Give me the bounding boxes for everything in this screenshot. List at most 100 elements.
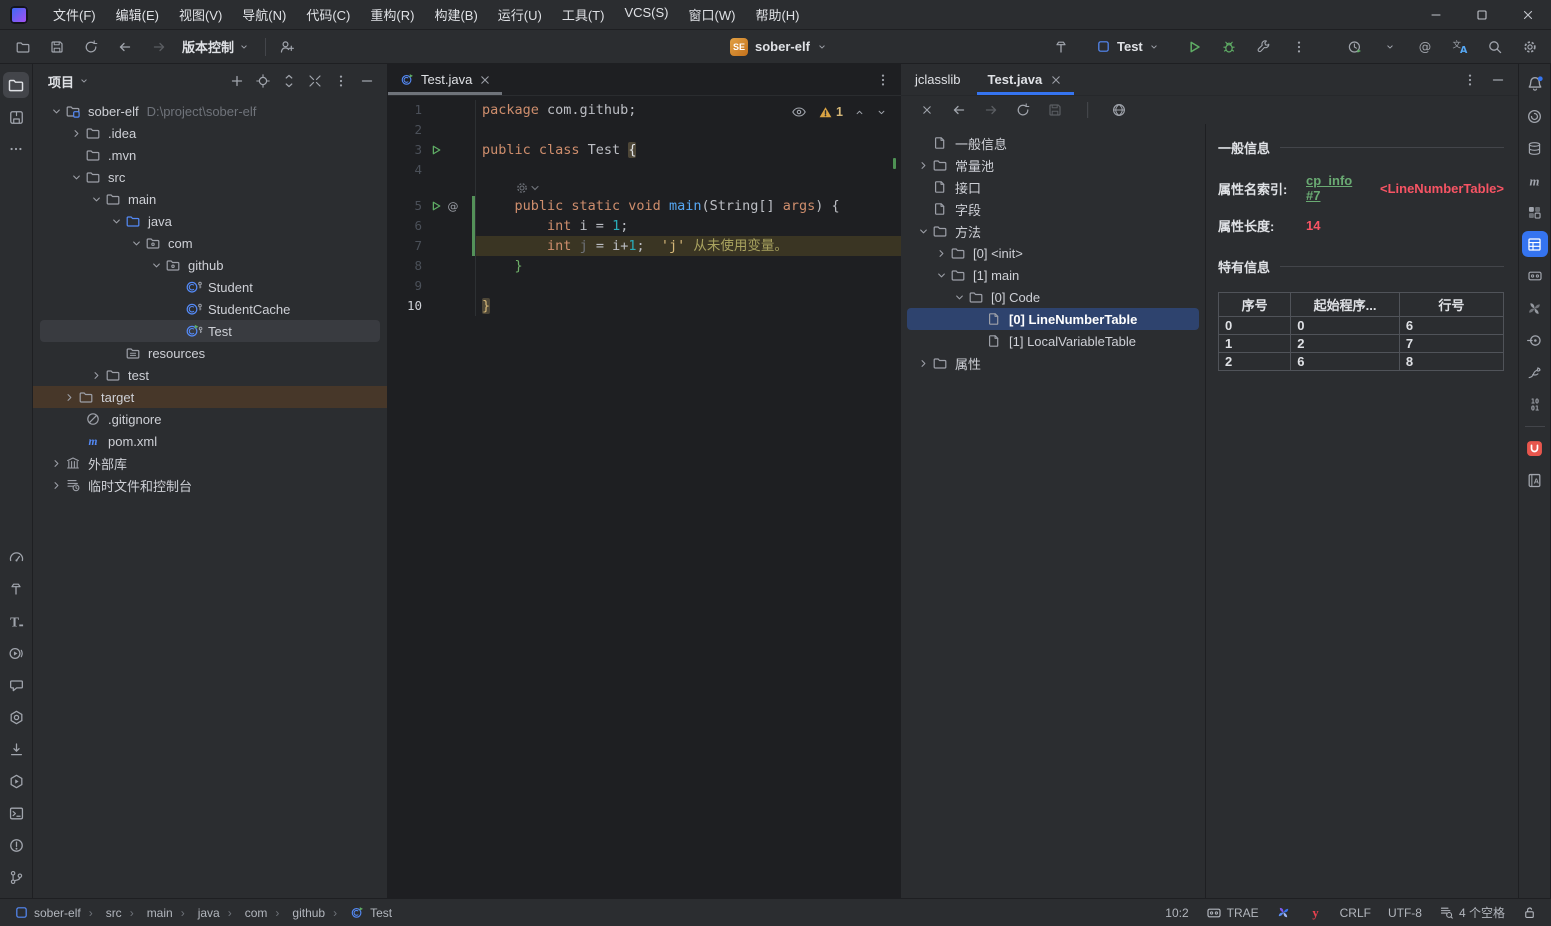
code-line[interactable]: 3public class Test { xyxy=(388,140,901,160)
status-widget[interactable]: UTF-8 xyxy=(1388,906,1422,920)
app-logo-icon[interactable] xyxy=(10,6,28,24)
menu-item[interactable]: VCS(S) xyxy=(615,1,677,28)
status-widget[interactable]: TRAE xyxy=(1206,905,1259,921)
chevron-right-icon[interactable] xyxy=(915,157,932,173)
project-tree-row[interactable]: github xyxy=(40,254,380,276)
project-tree-row[interactable]: test xyxy=(40,364,380,386)
binary-icon[interactable]: 1001 xyxy=(1522,391,1548,417)
project-selector[interactable]: SE sober-elf xyxy=(730,38,827,56)
translate-icon[interactable]: 文A xyxy=(1447,34,1473,60)
jclasslib-tree-row[interactable]: 接口 xyxy=(907,176,1199,198)
maven-grey-icon[interactable]: m xyxy=(1522,167,1548,193)
inlay-hint-icon[interactable] xyxy=(516,182,542,194)
hex-play-icon[interactable] xyxy=(3,768,29,794)
breadcrumb-item[interactable]: Test xyxy=(325,905,392,920)
breadcrumb-item[interactable]: com xyxy=(220,906,268,920)
commit-arrow-icon[interactable] xyxy=(3,736,29,762)
menu-item[interactable]: 窗口(W) xyxy=(680,1,745,28)
status-widget[interactable]: y xyxy=(1308,905,1323,920)
chevron-down-icon[interactable] xyxy=(68,169,85,185)
arrow-right-icon[interactable] xyxy=(146,34,172,60)
jclasslib-tree-row[interactable]: 一般信息 xyxy=(907,132,1199,154)
jclasslib-tree-row[interactable]: [1] main xyxy=(907,264,1199,286)
run-configuration-selector[interactable]: Test xyxy=(1089,36,1166,57)
menu-item[interactable]: 构建(B) xyxy=(425,1,486,28)
jclasslib-tree-row[interactable]: 常量池 xyxy=(907,154,1199,176)
status-widget[interactable]: CRLF xyxy=(1340,906,1371,920)
eye-icon[interactable] xyxy=(791,104,807,120)
project-tree-row[interactable]: StudentCache xyxy=(40,298,380,320)
menu-item[interactable]: 导航(N) xyxy=(233,1,295,28)
chevron-right-icon[interactable] xyxy=(68,125,85,141)
chevron-right-icon[interactable] xyxy=(933,245,950,261)
breadcrumb-item[interactable]: sober-elf xyxy=(14,905,81,920)
kebab-icon[interactable] xyxy=(329,69,353,93)
jclasslib-tree-row[interactable]: [0] <init> xyxy=(907,242,1199,264)
menu-item[interactable]: 编辑(E) xyxy=(107,1,168,28)
globe-icon[interactable] xyxy=(1109,99,1129,121)
chevron-down-icon[interactable] xyxy=(933,267,950,283)
play-icon[interactable] xyxy=(1181,34,1207,60)
project-tree-row[interactable]: .mvn xyxy=(40,144,380,166)
tool-project-icon[interactable] xyxy=(3,72,29,98)
book-a-icon[interactable]: A xyxy=(1522,467,1548,493)
table-row[interactable]: 0 0 6 xyxy=(1219,317,1504,335)
breadcrumb-item[interactable]: java xyxy=(173,906,220,920)
jclasslib-tree-row[interactable]: 属性 xyxy=(907,352,1199,374)
project-tree-row[interactable]: com xyxy=(40,232,380,254)
refresh-icon[interactable] xyxy=(1013,99,1033,121)
project-tree-row[interactable]: 外部库 xyxy=(40,452,380,474)
next-problem-icon[interactable] xyxy=(876,107,887,118)
status-widget[interactable] xyxy=(1522,905,1537,920)
terminal-icon[interactable] xyxy=(3,800,29,826)
menu-item[interactable]: 工具(T) xyxy=(553,1,614,28)
code-line[interactable]: 5@ public static void main(String[] args… xyxy=(388,196,901,216)
project-tree-row[interactable]: Test xyxy=(40,320,380,342)
kebab-menu-icon[interactable] xyxy=(875,72,901,88)
at-icon[interactable]: @ xyxy=(1412,34,1438,60)
project-panel-title[interactable]: 项目 xyxy=(48,72,74,91)
project-tree-row[interactable]: 临时文件和控制台 xyxy=(40,474,380,496)
status-widget[interactable]: 10:2 xyxy=(1165,906,1188,920)
project-tree-row[interactable]: resources xyxy=(40,342,380,364)
search-icon[interactable] xyxy=(1482,34,1508,60)
kebab-menu-icon[interactable] xyxy=(1462,72,1478,88)
chevron-down-icon[interactable] xyxy=(88,191,105,207)
run-gutter-icon[interactable] xyxy=(430,144,442,156)
table-row[interactable]: 1 2 7 xyxy=(1219,335,1504,353)
code-line[interactable]: 7 int j = i+1; 'j' 从未使用变量。 xyxy=(388,236,901,256)
menu-item[interactable]: 帮助(H) xyxy=(746,1,808,28)
save-icon[interactable] xyxy=(1045,99,1065,121)
bell-icon[interactable] xyxy=(1522,71,1548,97)
build-button[interactable] xyxy=(1048,34,1074,60)
git-branch-icon[interactable] xyxy=(3,864,29,890)
menu-item[interactable]: 重构(R) xyxy=(361,1,423,28)
arrow-right-icon[interactable] xyxy=(981,99,1001,121)
profiler-icon[interactable] xyxy=(1342,34,1368,60)
status-widget[interactable] xyxy=(1276,905,1291,920)
bug-icon[interactable] xyxy=(1216,34,1242,60)
project-tree-row[interactable]: target xyxy=(33,386,387,408)
code-line[interactable]: 2 xyxy=(388,120,901,140)
code-line[interactable]: 4 xyxy=(388,160,901,180)
chevron-down-icon[interactable] xyxy=(48,103,65,119)
arrow-left-icon[interactable] xyxy=(949,99,969,121)
project-tree-row[interactable]: .idea xyxy=(40,122,380,144)
warning-indicator[interactable]: 1 xyxy=(818,105,843,120)
problems-icon[interactable] xyxy=(3,832,29,858)
project-tree-row[interactable]: sober-elf D:\project\sober-elf xyxy=(40,100,380,122)
code-line[interactable] xyxy=(388,180,901,196)
chevron-right-icon[interactable] xyxy=(88,367,105,383)
folder-icon[interactable] xyxy=(10,34,36,60)
table-column-header[interactable]: 起始程序... xyxy=(1291,293,1400,317)
minus-icon[interactable] xyxy=(355,69,379,93)
project-tree-row[interactable]: .gitignore xyxy=(40,408,380,430)
refresh-icon[interactable] xyxy=(78,34,104,60)
hex-star-icon[interactable] xyxy=(3,704,29,730)
plus-icon[interactable] xyxy=(225,69,249,93)
gauge-icon[interactable] xyxy=(3,544,29,570)
menu-item[interactable]: 视图(V) xyxy=(170,1,231,28)
close-x-icon[interactable] xyxy=(917,99,937,121)
chevron-right-icon[interactable] xyxy=(915,355,932,371)
code-line[interactable]: 9 xyxy=(388,276,901,296)
